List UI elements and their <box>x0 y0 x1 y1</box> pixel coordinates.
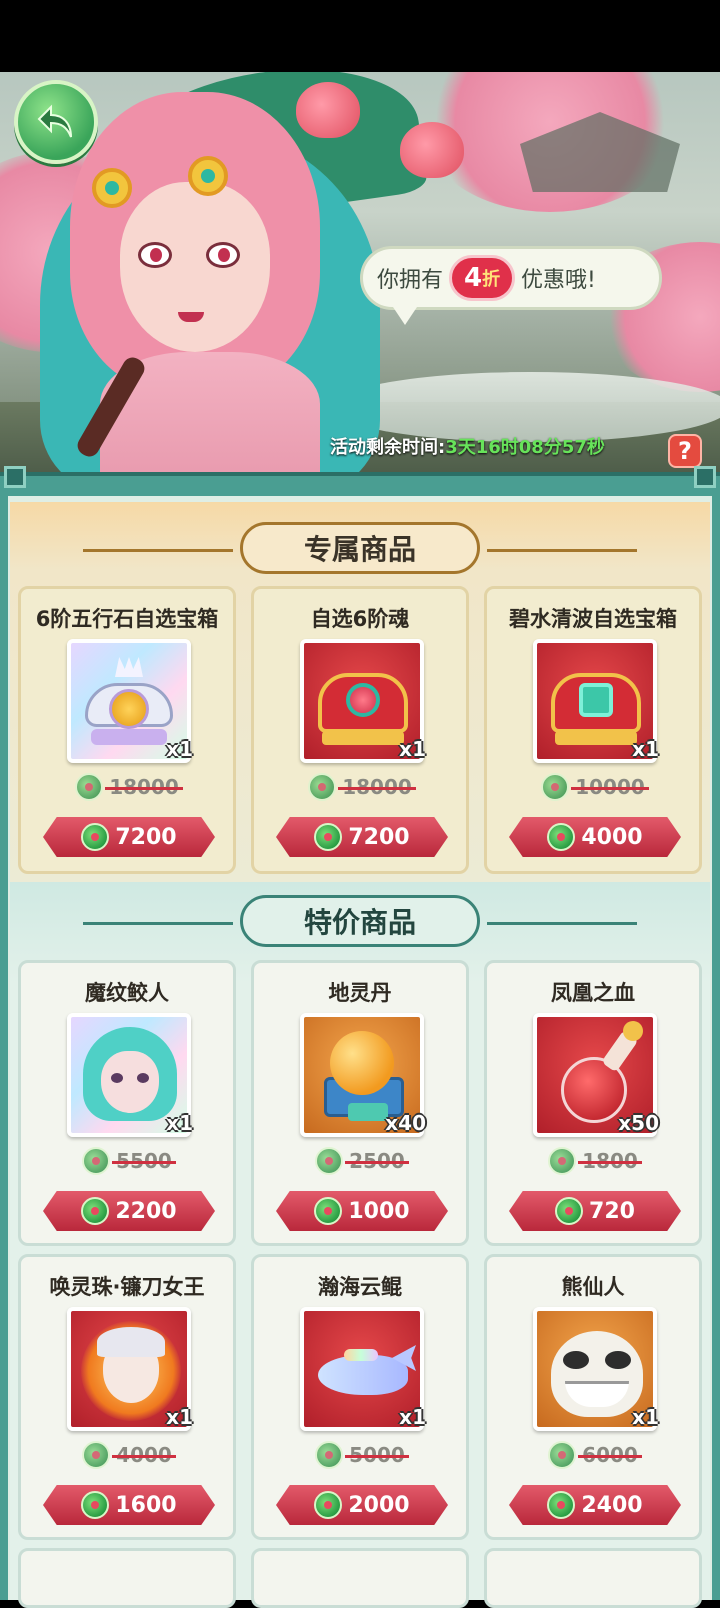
sale-price: 1600 <box>115 1492 177 1518</box>
item-name: 瀚海云鲲 <box>318 1275 402 1299</box>
jade-coin-icon <box>314 823 343 851</box>
item-name: 熊仙人 <box>561 1275 625 1299</box>
item-quantity: x1 <box>166 737 193 761</box>
jade-coin-icon <box>308 773 337 801</box>
sale-price: 720 <box>589 1198 635 1224</box>
special-item-card[interactable]: 凤凰之血 x50 1800 720 <box>484 960 702 1246</box>
discount-number: 4 <box>463 263 483 293</box>
item-name: 自选6阶魂 <box>310 607 410 631</box>
timer-label: 活动剩余时间: <box>330 437 446 458</box>
special-item-card[interactable]: 魔纹鲛人 x1 5500 2200 <box>18 960 236 1246</box>
discount-unit: 折 <box>482 269 501 290</box>
exclusive-section-title: 专属商品 <box>83 522 637 574</box>
buy-price-button[interactable]: 1600 <box>43 1485 215 1525</box>
jade-coin-icon <box>75 773 104 801</box>
speech-suffix: 优惠哦! <box>521 268 596 293</box>
buy-price-button[interactable]: 2000 <box>276 1485 448 1525</box>
discount-speech-bubble: 你拥有 4 折 优惠哦! <box>360 246 662 325</box>
item-quantity: x1 <box>632 1405 659 1429</box>
jade-coin-icon <box>81 1197 110 1225</box>
sale-price: 1000 <box>348 1198 410 1224</box>
jade-coin-icon <box>82 1441 111 1469</box>
buy-price-button[interactable]: 720 <box>509 1191 681 1231</box>
buy-price-button[interactable]: 2200 <box>43 1191 215 1231</box>
special-item-card[interactable]: 唤灵珠·镰刀女王 x1 4000 1600 <box>18 1254 236 1540</box>
original-price: 4000 <box>21 1441 233 1469</box>
item-name: 碧水清波自选宝箱 <box>509 607 677 631</box>
sale-price: 7200 <box>348 824 410 850</box>
frame-corner-ornament <box>4 466 26 488</box>
original-price: 6000 <box>487 1441 699 1469</box>
original-price: 18000 <box>254 773 466 801</box>
special-item-card[interactable]: 地灵丹 x40 2500 1000 <box>251 960 469 1246</box>
jade-coin-icon <box>547 1491 576 1519</box>
discount-badge: 4 折 <box>449 255 516 301</box>
status-bar <box>0 0 720 72</box>
timer-value: 3天16时08分57秒 <box>445 437 605 458</box>
buy-price-button[interactable]: 2400 <box>509 1485 681 1525</box>
original-price: 5000 <box>254 1441 466 1469</box>
buy-price-button[interactable]: 7200 <box>276 817 448 857</box>
jade-coin-icon <box>82 1147 111 1175</box>
sale-price: 2000 <box>348 1492 410 1518</box>
back-button[interactable] <box>14 80 98 164</box>
item-quantity: x40 <box>385 1111 426 1135</box>
back-arrow-icon <box>37 104 72 138</box>
question-mark-icon: ? <box>678 437 692 465</box>
jade-coin-icon <box>548 1147 577 1175</box>
jade-coin-icon <box>314 1197 343 1225</box>
sale-price: 2200 <box>115 1198 177 1224</box>
jade-coin-icon <box>547 823 576 851</box>
jade-coin-icon <box>315 1147 344 1175</box>
original-price: 1800 <box>487 1147 699 1175</box>
buy-price-button[interactable]: 1000 <box>276 1191 448 1231</box>
item-quantity: x1 <box>399 737 426 761</box>
item-name: 唤灵珠·镰刀女王 <box>49 1275 205 1299</box>
special-item-card[interactable]: 瀚海云鲲 x1 5000 2000 <box>251 1254 469 1540</box>
original-price: 10000 <box>487 773 699 801</box>
jade-coin-icon <box>315 1441 344 1469</box>
jade-coin-icon <box>81 1491 110 1519</box>
exclusive-item-card[interactable]: 6阶五行石自选宝箱 x1 18000 7200 <box>18 586 236 874</box>
help-button[interactable]: ? <box>668 434 702 468</box>
original-price: 18000 <box>21 773 233 801</box>
jade-coin-icon <box>314 1491 343 1519</box>
special-item-card-partial[interactable] <box>251 1548 469 1608</box>
original-price: 5500 <box>21 1147 233 1175</box>
item-quantity: x1 <box>632 737 659 761</box>
item-name: 魔纹鲛人 <box>85 981 169 1005</box>
buy-price-button[interactable]: 4000 <box>509 817 681 857</box>
buy-price-button[interactable]: 7200 <box>43 817 215 857</box>
original-price: 2500 <box>254 1147 466 1175</box>
sale-price: 2400 <box>581 1492 643 1518</box>
frame-corner-ornament <box>694 466 716 488</box>
exclusive-item-card[interactable]: 自选6阶魂 x1 18000 7200 <box>251 586 469 874</box>
sale-price: 4000 <box>581 824 643 850</box>
item-quantity: x1 <box>166 1111 193 1135</box>
jade-coin-icon <box>541 773 570 801</box>
special-item-card-partial[interactable] <box>18 1548 236 1608</box>
item-name: 地灵丹 <box>328 981 392 1005</box>
event-timer: 活动剩余时间: 3天16时08分57秒 <box>330 428 670 464</box>
speech-prefix: 你拥有 <box>377 268 444 293</box>
item-quantity: x1 <box>166 1405 193 1429</box>
jade-coin-icon <box>548 1441 577 1469</box>
item-name: 6阶五行石自选宝箱 <box>35 607 219 631</box>
special-item-card[interactable]: 熊仙人 x1 6000 2400 <box>484 1254 702 1540</box>
item-quantity: x1 <box>399 1405 426 1429</box>
sale-price: 7200 <box>115 824 177 850</box>
special-section-title: 特价商品 <box>83 895 637 947</box>
item-name: 凤凰之血 <box>551 981 635 1005</box>
jade-coin-icon <box>555 1197 584 1225</box>
special-item-card-partial[interactable] <box>484 1548 702 1608</box>
exclusive-item-card[interactable]: 碧水清波自选宝箱 x1 10000 4000 <box>484 586 702 874</box>
item-quantity: x50 <box>618 1111 659 1135</box>
jade-coin-icon <box>81 823 110 851</box>
